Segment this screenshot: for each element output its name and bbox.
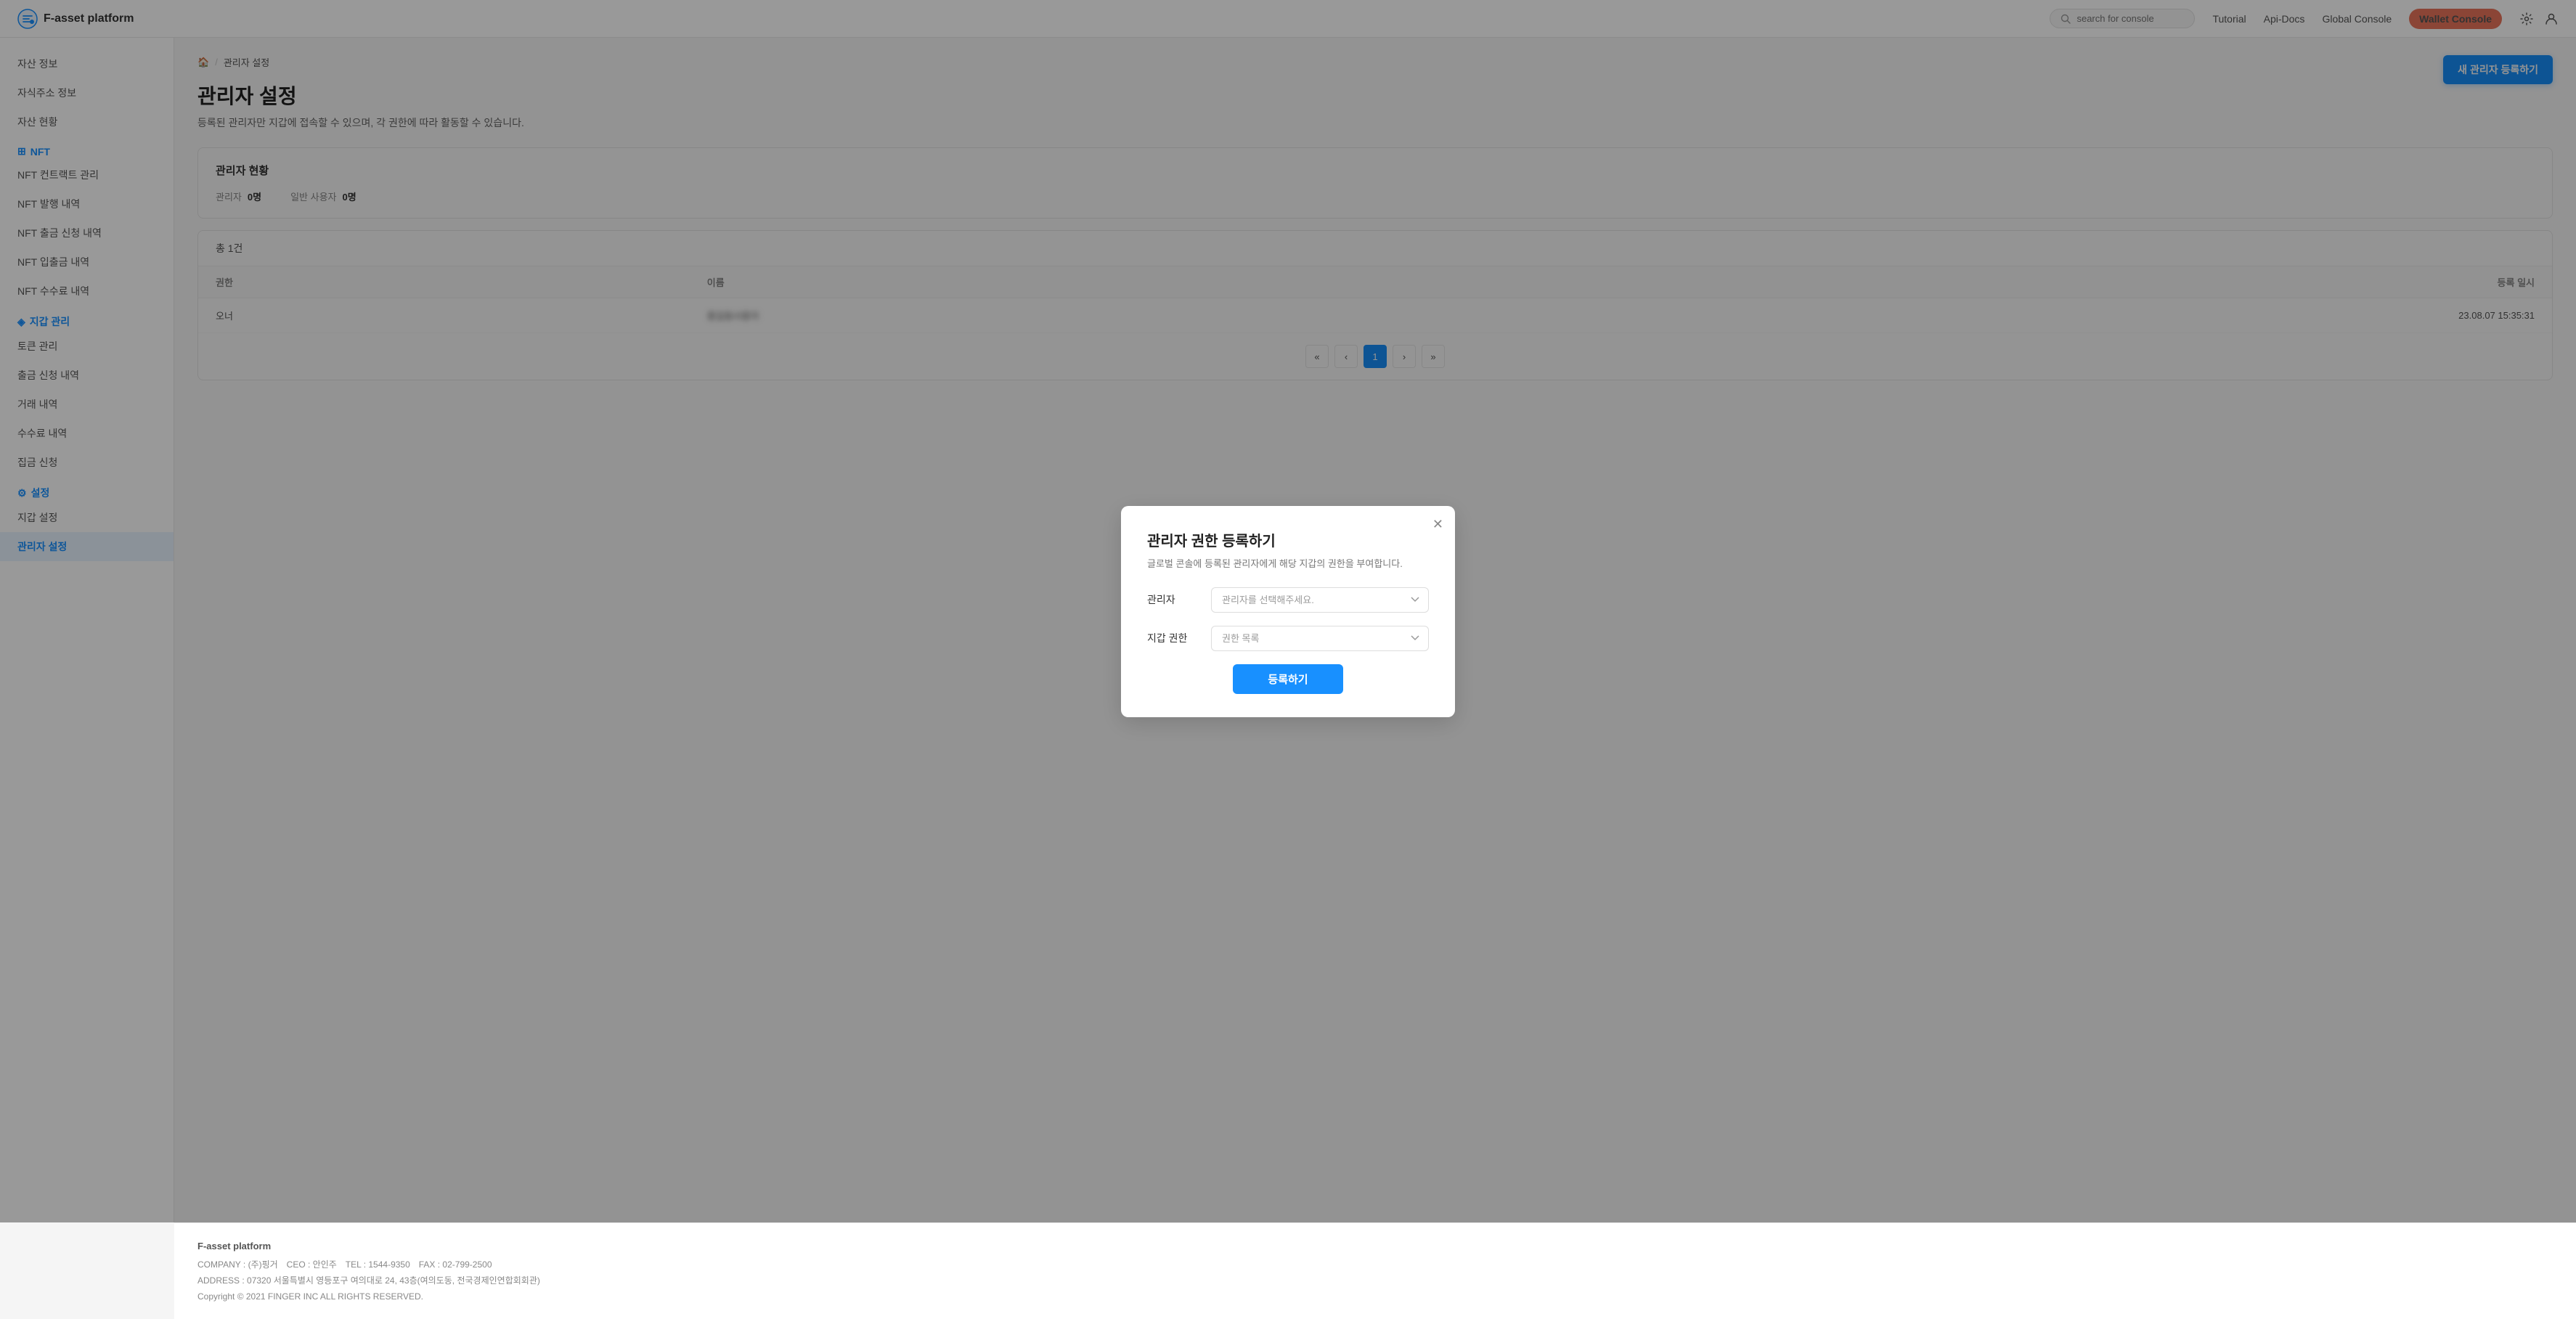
modal-description: 글로벌 콘솔에 등록된 관리자에게 해당 지갑의 권한을 부여합니다. [1147, 556, 1429, 570]
admin-field: 관리자 관리자를 선택해주세요. [1147, 587, 1429, 613]
footer: F-asset platform COMPANY : (주)핑거 CEO : 안… [174, 1222, 2576, 1319]
wallet-auth-label: 지갑 권한 [1147, 631, 1199, 645]
footer-company: F-asset platform [197, 1238, 2553, 1254]
modal-submit-button[interactable]: 등록하기 [1233, 664, 1342, 694]
modal-title: 관리자 권한 등록하기 [1147, 529, 1429, 550]
modal-close-button[interactable]: ✕ [1432, 518, 1443, 531]
modal-submit-row: 등록하기 [1147, 664, 1429, 694]
admin-select[interactable]: 관리자를 선택해주세요. [1211, 587, 1429, 613]
admin-register-modal: ✕ 관리자 권한 등록하기 글로벌 콘솔에 등록된 관리자에게 해당 지갑의 권… [1121, 506, 1455, 717]
wallet-auth-field: 지갑 권한 권한 목록 [1147, 626, 1429, 651]
modal-overlay[interactable]: ✕ 관리자 권한 등록하기 글로벌 콘솔에 등록된 관리자에게 해당 지갑의 권… [0, 0, 2576, 1222]
footer-address: ADDRESS : 07320 서울특별시 영등포구 여의대로 24, 43층(… [197, 1273, 2553, 1289]
footer-copyright: Copyright © 2021 FINGER INC ALL RIGHTS R… [197, 1289, 2553, 1305]
admin-field-label: 관리자 [1147, 592, 1199, 607]
footer-company-info: COMPANY : (주)핑거 CEO : 안인주 TEL : 1544-935… [197, 1257, 2553, 1273]
wallet-auth-select[interactable]: 권한 목록 [1211, 626, 1429, 651]
